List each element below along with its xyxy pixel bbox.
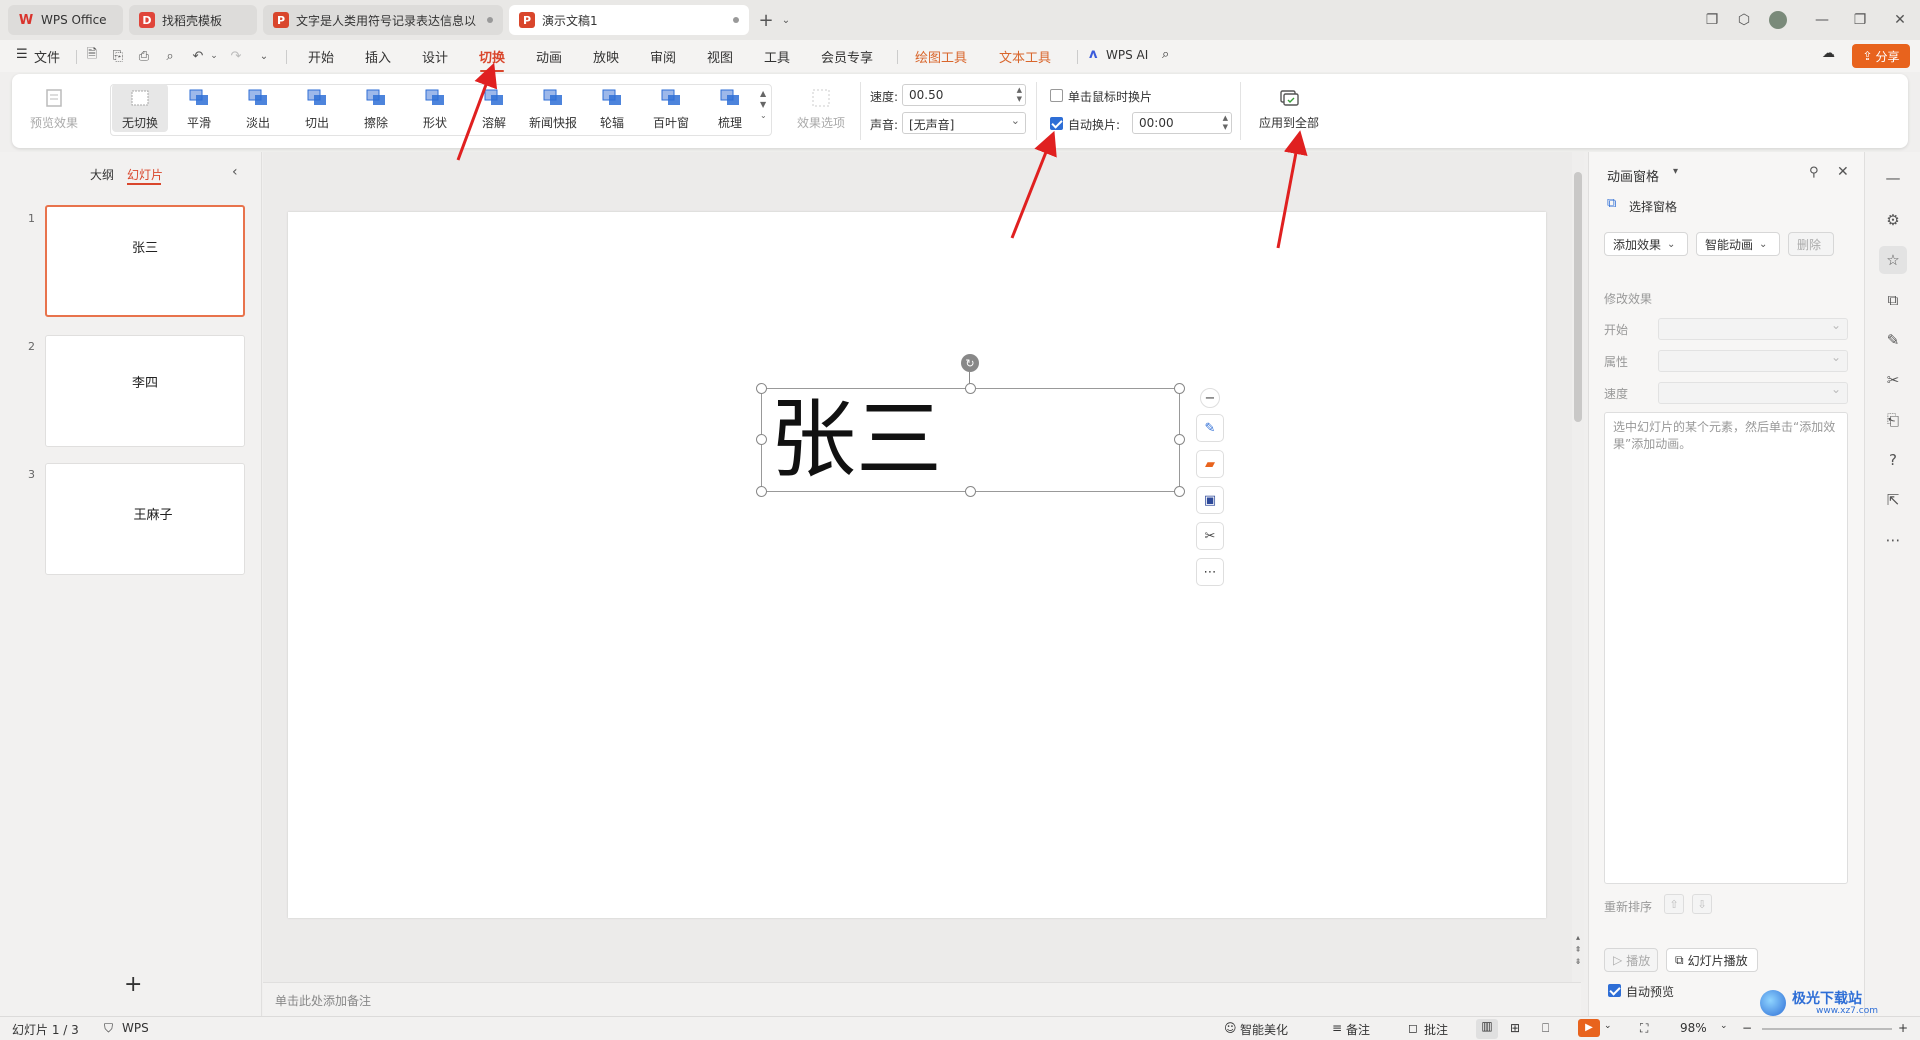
annotation-arrow [456, 62, 498, 161]
annotation-arrow [1276, 130, 1308, 249]
annotation-arrows [456, 62, 1308, 249]
annotation-arrow [1010, 130, 1057, 239]
